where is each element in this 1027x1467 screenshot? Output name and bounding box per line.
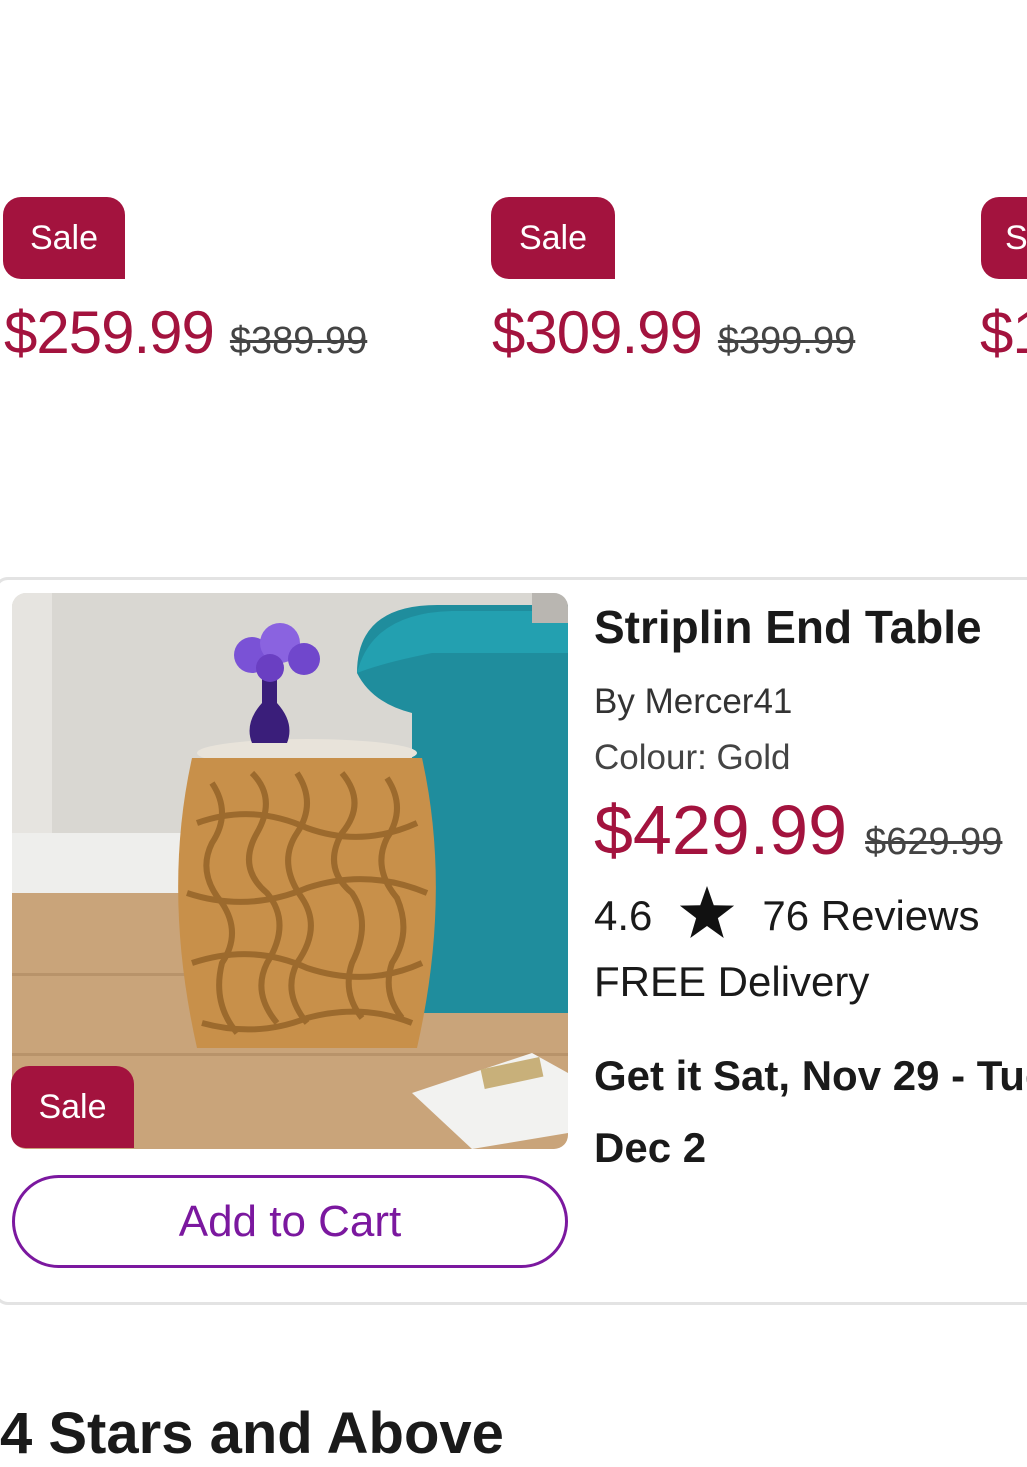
sale-price: $1 [980, 299, 1027, 366]
carousel-price-row: $1 [980, 298, 1027, 367]
star-icon [678, 886, 736, 948]
product-rating[interactable]: 4.6 76 Reviews [594, 886, 980, 948]
original-price: $399.99 [717, 320, 856, 362]
sale-badge-text: Sale [1005, 219, 1027, 257]
section-heading: 4 Stars and Above [0, 1401, 504, 1466]
sale-badge: Sale [981, 197, 1027, 279]
shipping-estimate: Get it Sat, Nov 29 - Tue, Dec 2 [594, 1040, 1027, 1184]
rating-value: 4.6 [594, 892, 653, 939]
original-price: $629.99 [865, 821, 1003, 863]
carousel-price-row: $309.99 $399.99 [492, 298, 855, 367]
carousel-price-row: $259.99 $389.99 [4, 298, 367, 367]
original-price: $389.99 [229, 320, 368, 362]
sale-price: $429.99 [594, 791, 848, 869]
delivery-info: FREE Delivery [594, 958, 870, 1005]
sale-badge: Sale [3, 197, 125, 279]
sale-price: $309.99 [492, 299, 703, 366]
shipping-line-2: Dec 2 [594, 1124, 707, 1171]
review-count[interactable]: 76 Reviews [762, 892, 979, 939]
shipping-line-1: Get it Sat, Nov 29 - Tue, [594, 1052, 1027, 1099]
product-title[interactable]: Striplin End Table [594, 600, 982, 654]
sale-badge: Sale [11, 1066, 134, 1148]
sale-badge: Sale [491, 197, 615, 279]
product-colour: Colour: Gold [594, 738, 791, 777]
sale-price: $259.99 [4, 299, 215, 366]
product-price: $429.99 $629.99 [594, 790, 1002, 870]
product-brand[interactable]: By Mercer41 [594, 682, 792, 722]
add-to-cart-button[interactable]: Add to Cart [12, 1175, 568, 1268]
